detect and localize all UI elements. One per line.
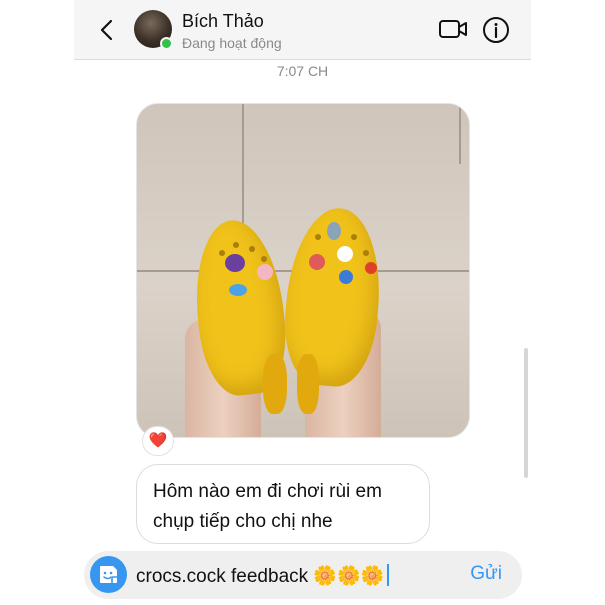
sticker-icon: [100, 566, 117, 583]
right-clog-strap: [297, 354, 319, 414]
message-input[interactable]: crocs.cock feedback 🌼🌼🌼: [136, 564, 390, 588]
clog-hole: [315, 234, 321, 240]
clog-hole: [233, 242, 239, 248]
clog-charm: [257, 264, 273, 280]
online-status-dot: [160, 37, 173, 50]
clog-charm: [225, 254, 245, 272]
clog-charm: [229, 284, 247, 296]
clog-hole: [363, 250, 369, 256]
clog-hole: [351, 234, 357, 240]
clog-hole: [261, 256, 267, 262]
tile-seam: [459, 104, 461, 164]
message-timestamp: 7:07 CH: [276, 63, 329, 79]
clog-charm: [365, 262, 377, 274]
heart-reaction[interactable]: ❤️: [142, 426, 174, 456]
chat-screen: Bích Thảo Đang hoạt động 7:07 CH ❤️ Hôm …: [74, 0, 531, 605]
clog-charm: [337, 246, 353, 262]
chat-header: Bích Thảo Đang hoạt động: [74, 0, 531, 60]
contact-name[interactable]: Bích Thảo: [182, 11, 264, 32]
clog-charm: [309, 254, 325, 270]
chevron-left-icon[interactable]: [96, 18, 118, 42]
send-button[interactable]: Gửi: [470, 563, 502, 585]
scrollbar[interactable]: [524, 348, 528, 478]
message-bubble[interactable]: Hôm nào em đi chơi rùi em chụp tiếp cho …: [136, 464, 430, 544]
draft-text: crocs.cock feedback 🌼🌼🌼: [136, 566, 385, 587]
info-icon[interactable]: [482, 16, 510, 44]
left-clog-strap: [263, 354, 287, 414]
video-call-icon[interactable]: [438, 18, 468, 40]
shared-photo[interactable]: [136, 103, 470, 438]
contact-status: Đang hoạt động: [182, 35, 282, 51]
clog-charm: [327, 222, 341, 240]
clog-charm: [339, 270, 353, 284]
clog-hole: [249, 246, 255, 252]
message-composer[interactable]: crocs.cock feedback 🌼🌼🌼 Gửi: [84, 551, 522, 599]
clog-hole: [219, 250, 225, 256]
text-caret: [387, 564, 390, 586]
sticker-button[interactable]: [90, 556, 127, 593]
